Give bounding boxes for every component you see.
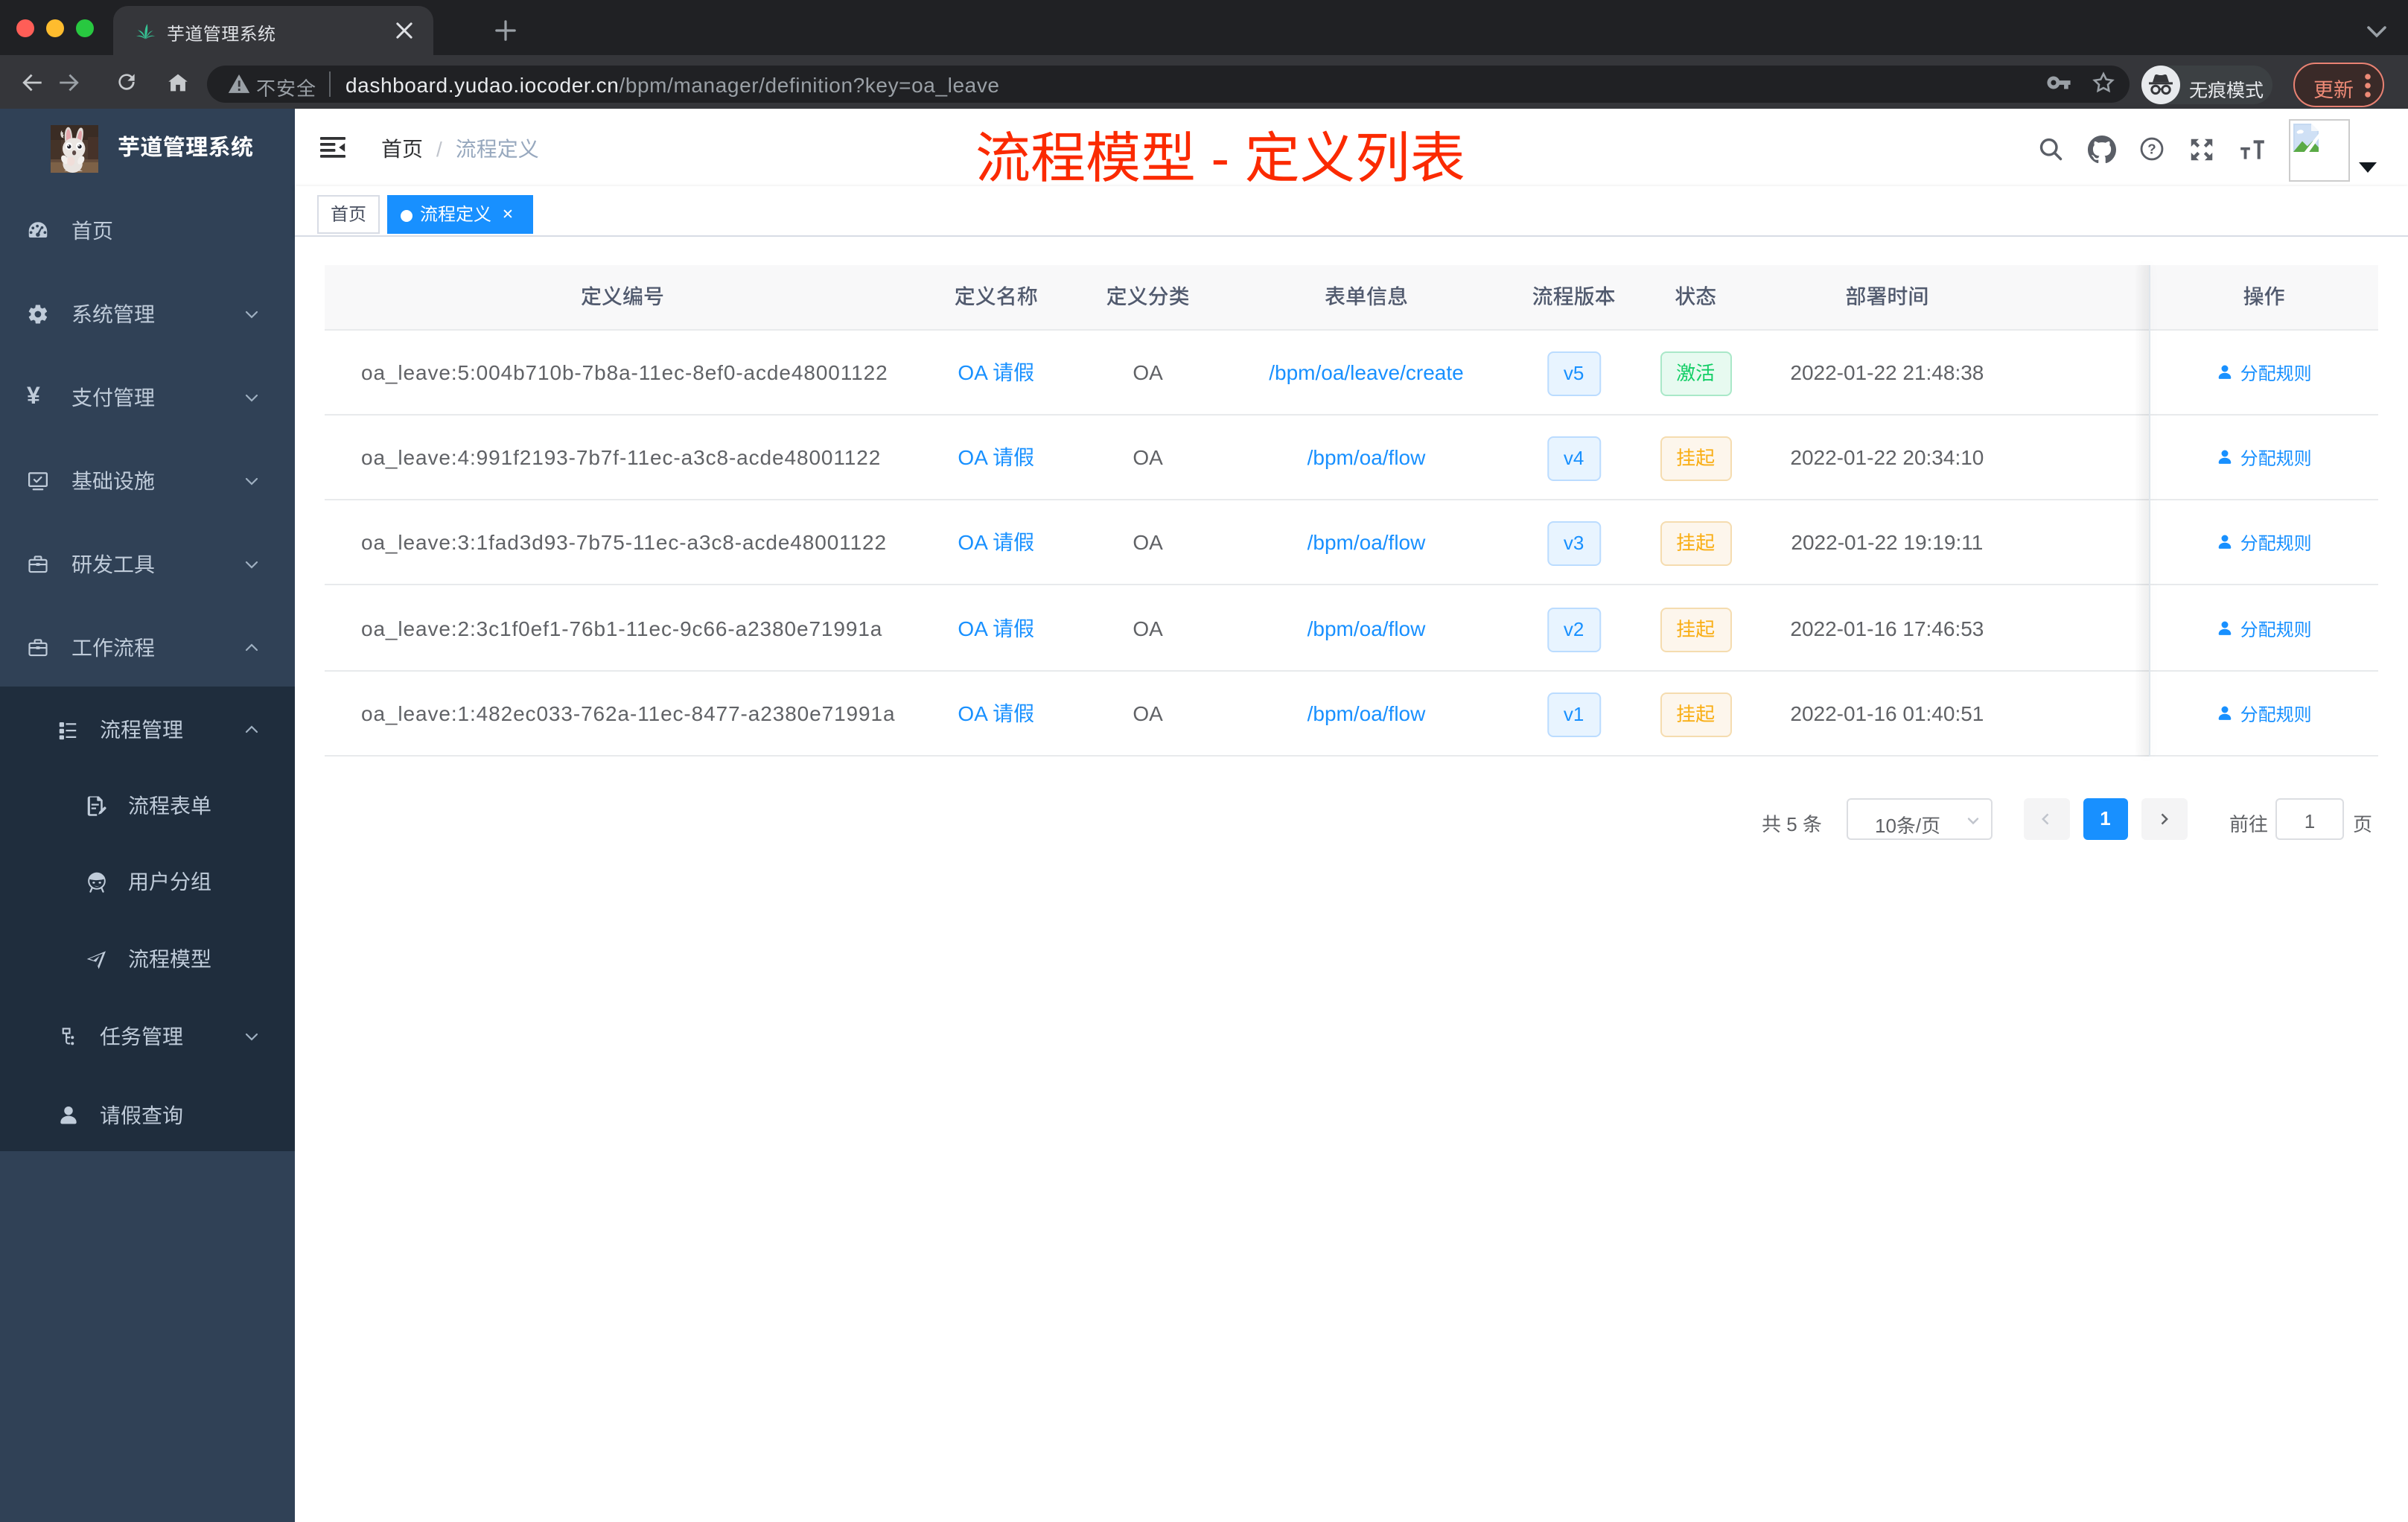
svg-text:?: ? — [2147, 141, 2156, 156]
